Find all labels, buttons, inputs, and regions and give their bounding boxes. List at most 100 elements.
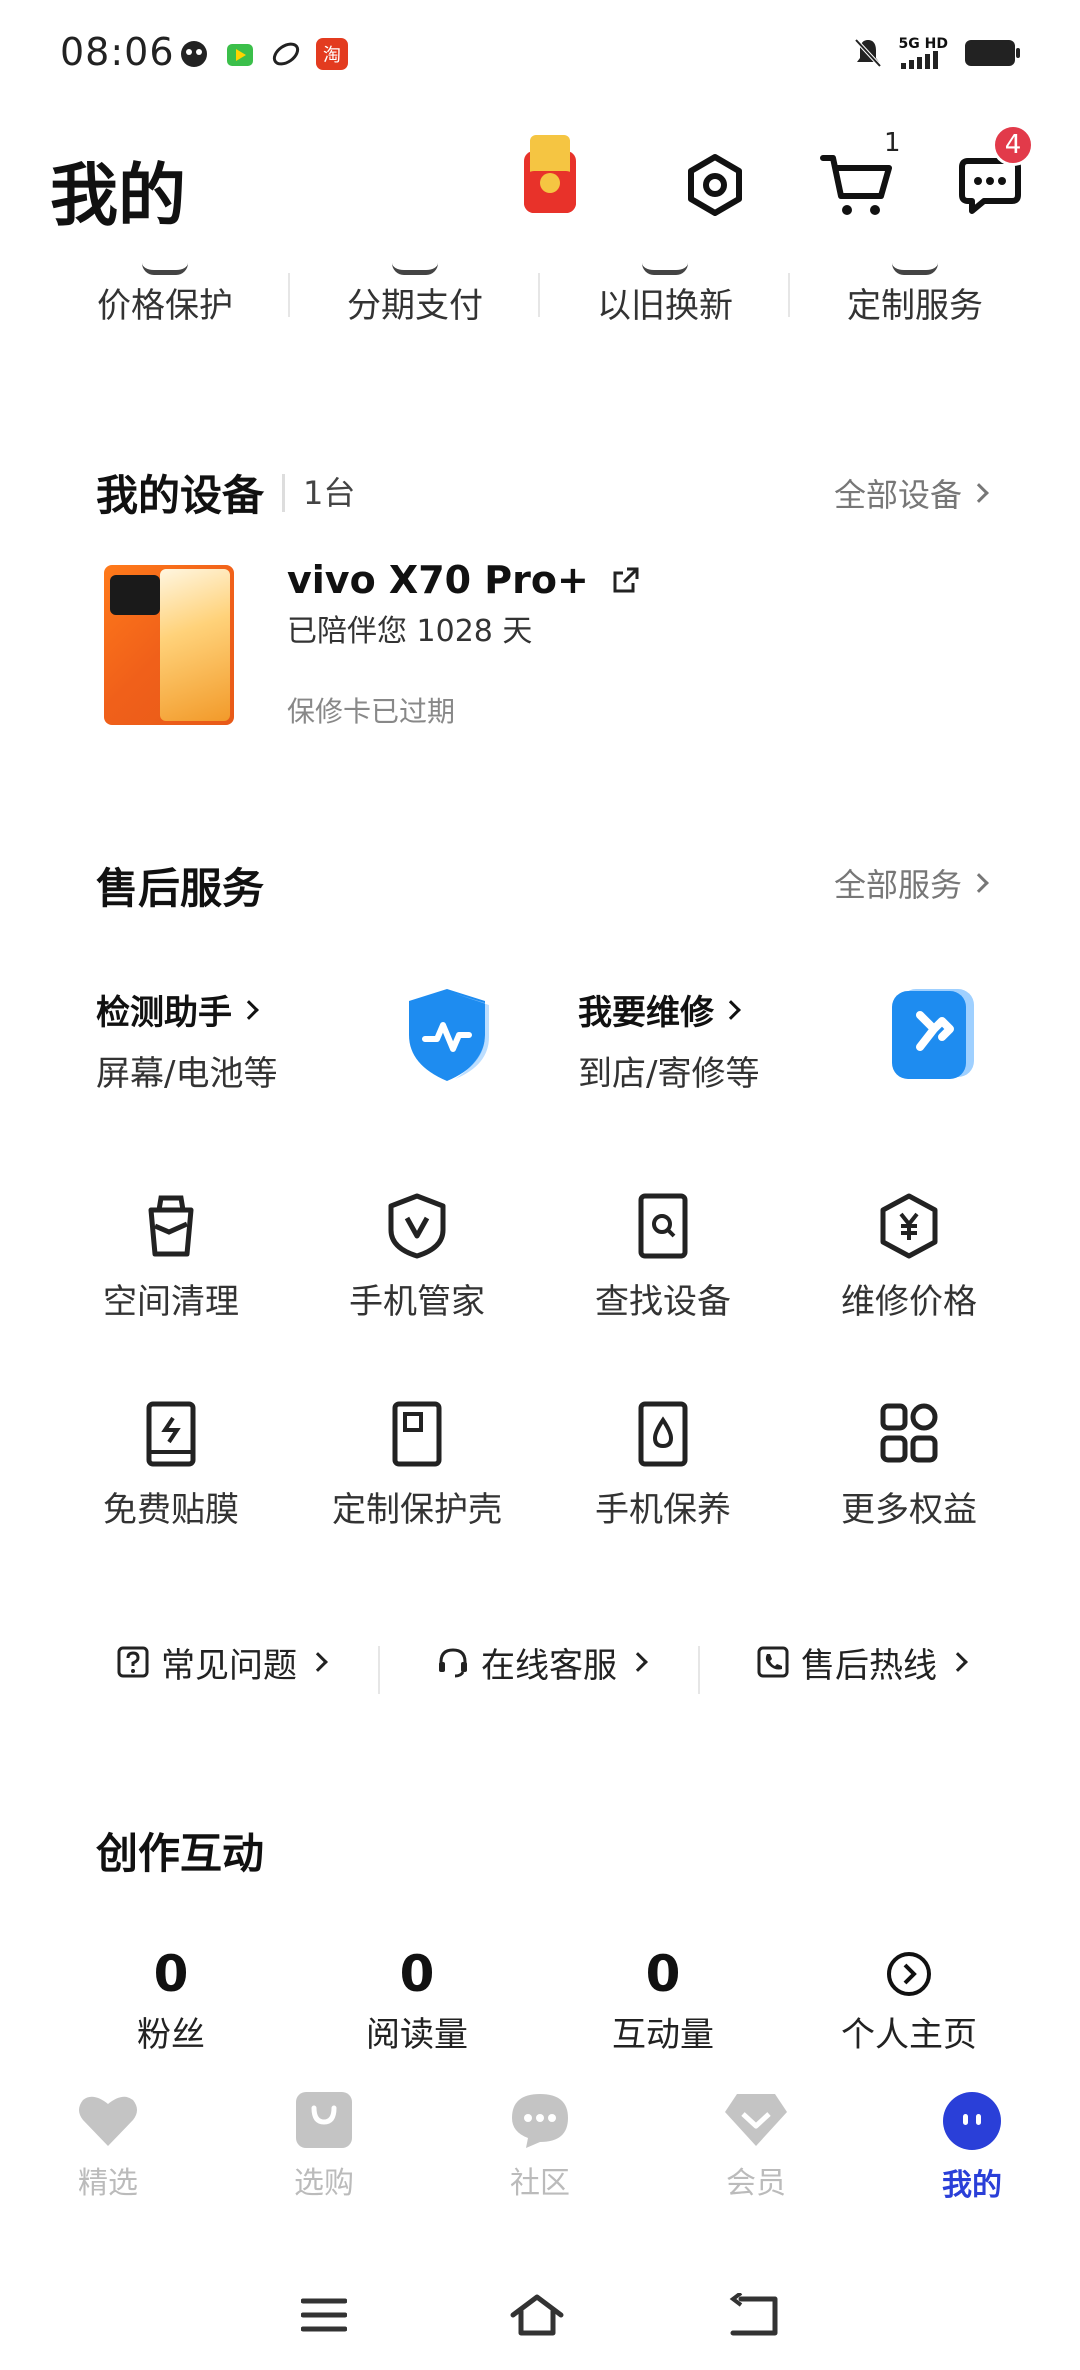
nav-featured[interactable]: 精选 bbox=[0, 2090, 216, 2220]
service-grid-row-2: 免费贴膜 定制保护壳 手机保养 更多权益 bbox=[48, 1400, 1032, 1531]
chevron-right-icon bbox=[239, 999, 259, 1020]
custom-service-icon bbox=[892, 263, 938, 275]
online-support-label: 在线客服 bbox=[481, 1645, 617, 1686]
nav-mine[interactable]: 我的 bbox=[864, 2090, 1080, 2220]
cart-count: 1 bbox=[884, 128, 901, 158]
grid-icon bbox=[880, 1403, 938, 1463]
faq-label: 常见问题 bbox=[161, 1645, 297, 1686]
stat-reads[interactable]: 0 阅读量 bbox=[294, 1945, 540, 2056]
price-protect-icon bbox=[142, 263, 188, 275]
video-app-icon bbox=[227, 44, 253, 66]
back-icon[interactable] bbox=[727, 2293, 779, 2337]
grid-item-find-device[interactable]: 查找设备 bbox=[540, 1192, 786, 1323]
red-packet-icon bbox=[524, 135, 576, 213]
messages-button[interactable]: 4 bbox=[950, 124, 1034, 230]
creation-stats: 0 粉丝 0 阅读量 0 互动量 个人主页 bbox=[48, 1945, 1032, 2056]
help-row: 常见问题 在线客服 售后热线 bbox=[60, 1630, 1020, 1694]
signal-icon bbox=[900, 51, 938, 69]
all-services-link[interactable]: 全部服务 bbox=[833, 860, 989, 906]
status-time: 08:06 bbox=[60, 30, 175, 74]
headset-icon bbox=[439, 1648, 467, 1678]
stat-interactions[interactable]: 0 互动量 bbox=[540, 1945, 786, 2056]
cart-button[interactable]: 1 bbox=[812, 128, 902, 230]
trade-in-icon bbox=[642, 263, 688, 275]
qq-icon bbox=[181, 41, 207, 67]
bottom-nav: 精选 选购 社区 会员 我的 bbox=[0, 2090, 1080, 2220]
grid-item-more-benefits[interactable]: 更多权益 bbox=[786, 1400, 1032, 1531]
nav-shop[interactable]: 选购 bbox=[216, 2090, 432, 2220]
yuan-hex-icon bbox=[880, 1193, 938, 1259]
grid-item-space-clean[interactable]: 空间清理 bbox=[48, 1192, 294, 1323]
devices-count: 1台 bbox=[282, 473, 355, 512]
hotline-link[interactable]: 售后热线 bbox=[700, 1638, 1020, 1687]
settings-button[interactable] bbox=[680, 140, 750, 230]
external-link-icon bbox=[613, 567, 639, 593]
droplet-phone-icon bbox=[638, 1401, 688, 1467]
grid-item-repair-price[interactable]: 维修价格 bbox=[786, 1192, 1032, 1323]
chat-bubble-icon bbox=[512, 2094, 568, 2148]
service-installment[interactable]: 分期支付 bbox=[290, 255, 540, 345]
diagnostic-title: 检测助手 bbox=[96, 993, 232, 1033]
top-services-row: 价格保护 分期支付 以旧换新 定制服务 bbox=[40, 255, 1040, 345]
personal-home-label: 个人主页 bbox=[841, 2015, 977, 2055]
creation-title: 创作互动 bbox=[96, 1829, 265, 1878]
shield-v-icon bbox=[388, 1193, 446, 1259]
battery-icon bbox=[965, 40, 1020, 66]
installment-icon bbox=[392, 263, 438, 275]
message-badge: 4 bbox=[992, 124, 1034, 166]
faq-link[interactable]: 常见问题 bbox=[60, 1638, 380, 1694]
page-title: 我的 bbox=[50, 157, 187, 236]
chevron-right-icon bbox=[969, 483, 989, 503]
personal-home-link[interactable]: 个人主页 bbox=[786, 1945, 1032, 2056]
device-name-row[interactable]: vivo X70 Pro+ bbox=[287, 558, 641, 602]
system-nav-bar bbox=[0, 2280, 1080, 2350]
all-devices-link[interactable]: 全部设备 bbox=[833, 470, 989, 516]
diagnostic-shield-icon bbox=[409, 989, 489, 1081]
chevron-right-icon bbox=[948, 1652, 968, 1672]
cart-icon bbox=[820, 155, 892, 215]
all-services-label: 全部服务 bbox=[833, 866, 962, 904]
screen-film-icon bbox=[146, 1401, 196, 1467]
home-icon[interactable] bbox=[509, 2293, 565, 2337]
bag-icon bbox=[296, 2092, 352, 2148]
diamond-icon bbox=[725, 2094, 787, 2146]
arrow-circle-icon bbox=[887, 1952, 931, 1996]
network-label: 5G HD bbox=[898, 36, 948, 52]
red-packet-button[interactable] bbox=[515, 130, 585, 220]
repair-title: 我要维修 bbox=[578, 993, 714, 1033]
chevron-right-icon bbox=[969, 873, 989, 893]
service-trade-in[interactable]: 以旧换新 bbox=[540, 255, 790, 345]
find-device-icon bbox=[638, 1193, 688, 1259]
face-icon bbox=[943, 2092, 1001, 2150]
device-days: 已陪伴您 1028 天 bbox=[287, 614, 533, 649]
grid-item-phone-manager[interactable]: 手机管家 bbox=[294, 1192, 540, 1323]
question-icon bbox=[117, 1646, 149, 1678]
devices-title: 我的设备 bbox=[96, 471, 265, 520]
phone-call-icon bbox=[757, 1646, 789, 1678]
after-sales-title: 售后服务 bbox=[96, 864, 265, 913]
grid-item-screen-film[interactable]: 免费贴膜 bbox=[48, 1400, 294, 1531]
devices-header: 我的设备 1台 bbox=[96, 462, 355, 523]
repair-card[interactable]: 我要维修 到店/寄修等 bbox=[578, 985, 998, 1095]
stat-followers[interactable]: 0 粉丝 bbox=[48, 1945, 294, 2056]
chevron-right-icon bbox=[628, 1652, 648, 1672]
online-support-link[interactable]: 在线客服 bbox=[380, 1638, 700, 1694]
grid-item-custom-case[interactable]: 定制保护壳 bbox=[294, 1400, 540, 1531]
grid-item-phone-care[interactable]: 手机保养 bbox=[540, 1400, 786, 1531]
nav-community[interactable]: 社区 bbox=[432, 2090, 648, 2220]
hotline-label: 售后热线 bbox=[801, 1645, 937, 1686]
service-price-protection[interactable]: 价格保护 bbox=[40, 255, 290, 345]
nav-member[interactable]: 会员 bbox=[648, 2090, 864, 2220]
phone-case-icon bbox=[392, 1401, 442, 1467]
diagnostic-card[interactable]: 检测助手 屏幕/电池等 bbox=[96, 985, 516, 1095]
device-image[interactable] bbox=[104, 565, 234, 725]
mute-bell-icon bbox=[854, 38, 882, 68]
status-right-icons: 5G HD bbox=[853, 36, 1022, 70]
service-custom[interactable]: 定制服务 bbox=[790, 255, 1040, 345]
chevron-right-icon bbox=[308, 1652, 328, 1672]
all-devices-label: 全部设备 bbox=[833, 476, 962, 514]
leaf-app-icon bbox=[272, 42, 300, 66]
settings-hex-icon bbox=[688, 154, 742, 216]
device-name: vivo X70 Pro+ bbox=[287, 558, 589, 602]
menu-icon[interactable] bbox=[301, 2295, 347, 2335]
